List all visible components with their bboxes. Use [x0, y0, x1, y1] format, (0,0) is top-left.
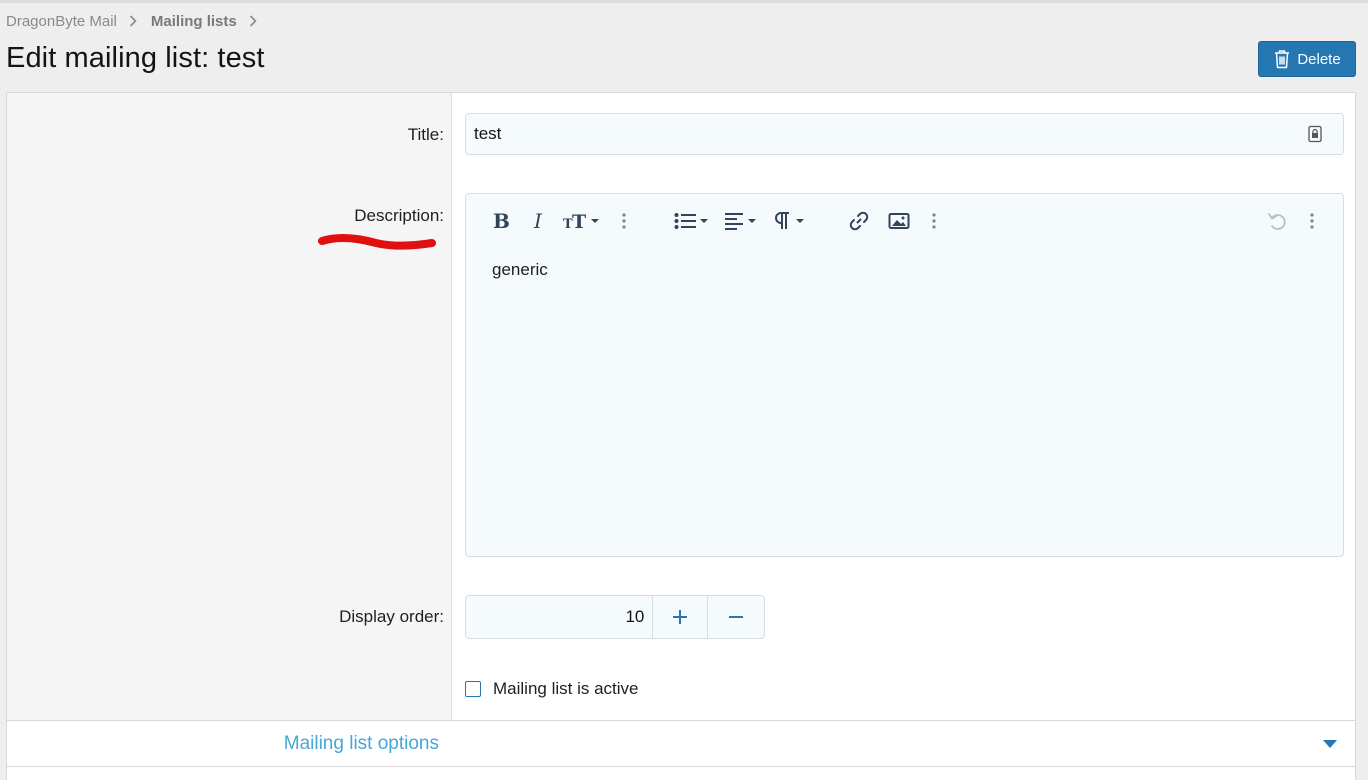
decrement-button[interactable]: [708, 596, 764, 638]
display-order-label: Display order:: [339, 607, 444, 626]
active-checkbox[interactable]: [465, 681, 481, 697]
link-icon[interactable]: [848, 209, 870, 233]
align-icon[interactable]: [724, 209, 760, 233]
breadcrumb-mailing-lists[interactable]: Mailing lists: [151, 13, 237, 30]
red-annotation-underline: [318, 234, 436, 250]
plus-icon: [673, 610, 688, 624]
password-manager-icon[interactable]: [1307, 125, 1323, 143]
display-order-value[interactable]: 10: [466, 596, 654, 638]
caret-down-icon: [1323, 740, 1337, 748]
paragraph-icon[interactable]: [774, 209, 808, 233]
text-size-icon[interactable]: T T: [563, 209, 603, 233]
mailing-list-options-label: Mailing list options: [283, 733, 439, 754]
active-checkbox-row[interactable]: Mailing list is active: [465, 679, 639, 699]
mailing-list-options-toggle[interactable]: Mailing list options: [7, 720, 1355, 767]
description-editor[interactable]: B I T T generic: [465, 193, 1344, 557]
editor-toolbar: B I T T: [466, 194, 1343, 248]
more-icon[interactable]: [1308, 209, 1316, 233]
title-value: test: [474, 124, 502, 143]
trash-icon: [1275, 50, 1290, 69]
minus-icon: [729, 616, 744, 618]
image-icon[interactable]: [888, 209, 910, 233]
bold-icon[interactable]: B: [492, 209, 510, 233]
top-border: [0, 0, 1368, 3]
more-icon[interactable]: [620, 209, 628, 233]
italic-icon[interactable]: I: [532, 209, 548, 233]
delete-label: Delete: [1297, 50, 1341, 68]
chevron-right-icon: [129, 15, 137, 27]
more-icon[interactable]: [930, 209, 938, 233]
editor-content[interactable]: generic: [492, 260, 548, 280]
increment-button[interactable]: [653, 596, 709, 638]
page-title: Edit mailing list: test: [6, 42, 265, 74]
active-checkbox-label: Mailing list is active: [493, 679, 639, 698]
title-label: Title:: [407, 125, 444, 144]
edit-form: Title: test Description: B I T T generic…: [6, 92, 1356, 780]
breadcrumb: DragonByte Mail Mailing lists: [6, 11, 271, 31]
undo-icon[interactable]: [1266, 209, 1288, 233]
breadcrumb-dragonbyte-mail[interactable]: DragonByte Mail: [6, 13, 117, 30]
list-icon[interactable]: [674, 209, 712, 233]
description-label: Description:: [354, 206, 444, 225]
display-order-stepper[interactable]: 10: [465, 595, 765, 639]
delete-button[interactable]: Delete: [1258, 41, 1356, 77]
svg-text:B: B: [493, 210, 510, 232]
chevron-right-icon: [249, 15, 257, 27]
svg-text:T: T: [572, 211, 586, 232]
svg-text:I: I: [533, 210, 543, 232]
title-input[interactable]: test: [465, 113, 1344, 155]
